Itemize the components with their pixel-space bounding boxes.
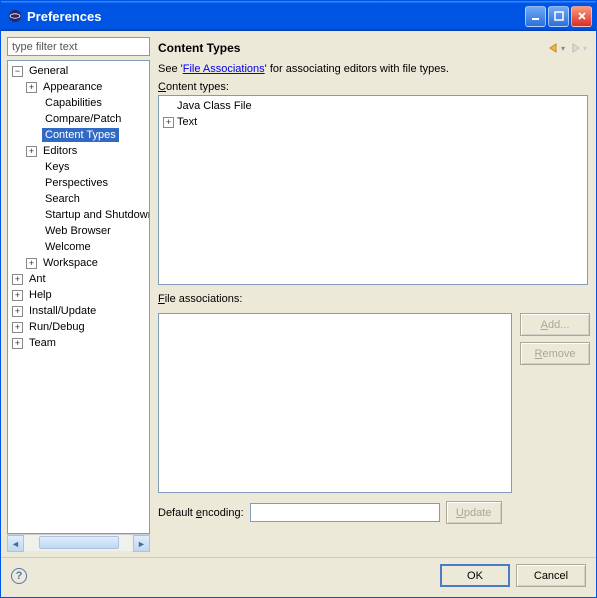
window-title: Preferences xyxy=(27,9,525,24)
file-associations-link[interactable]: File Associations xyxy=(183,63,265,75)
tree-item-ant[interactable]: Ant xyxy=(26,272,49,286)
content-types-label: Content types: xyxy=(156,81,590,95)
expand-icon[interactable]: + xyxy=(12,322,23,333)
expand-icon[interactable]: + xyxy=(163,117,174,128)
update-button[interactable]: Update xyxy=(446,501,502,524)
collapse-icon[interactable]: − xyxy=(12,66,23,77)
button-bar: ? OK Cancel xyxy=(1,557,596,593)
minimize-button[interactable] xyxy=(525,6,546,27)
left-pane: −General +Appearance Capabilities Compar… xyxy=(7,37,150,551)
tree-item-install[interactable]: Install/Update xyxy=(26,304,99,318)
tree-item-capabilities[interactable]: Capabilities xyxy=(42,96,105,110)
tree-item-search[interactable]: Search xyxy=(42,192,83,206)
tree-item-workspace[interactable]: Workspace xyxy=(40,256,101,270)
file-associations-label: File associations: xyxy=(156,293,590,307)
right-pane: Content Types ▾ ▾ See 'File Associations… xyxy=(156,37,590,551)
scroll-left-button[interactable]: ◄ xyxy=(7,535,24,552)
close-button[interactable] xyxy=(571,6,592,27)
tree-item-web-browser[interactable]: Web Browser xyxy=(42,224,114,238)
maximize-button[interactable] xyxy=(548,6,569,27)
cancel-button[interactable]: Cancel xyxy=(516,564,586,587)
tree-item-editors[interactable]: Editors xyxy=(40,144,80,158)
tree-item-compare[interactable]: Compare/Patch xyxy=(42,112,124,126)
preference-tree[interactable]: −General +Appearance Capabilities Compar… xyxy=(7,60,150,534)
expand-icon[interactable]: + xyxy=(26,82,37,93)
encoding-label: Default encoding: xyxy=(158,507,244,519)
help-icon[interactable]: ? xyxy=(11,568,27,584)
expand-icon[interactable]: + xyxy=(12,274,23,285)
filter-input[interactable] xyxy=(7,37,150,56)
horizontal-scrollbar[interactable]: ◄ ► xyxy=(7,534,150,551)
expand-icon[interactable]: + xyxy=(26,258,37,269)
tree-item-general[interactable]: General xyxy=(26,64,71,78)
add-button[interactable]: Add... xyxy=(520,313,590,336)
scroll-right-button[interactable]: ► xyxy=(133,535,150,552)
tree-item-team[interactable]: Team xyxy=(26,336,59,350)
expand-icon[interactable]: + xyxy=(12,338,23,349)
tree-item-run[interactable]: Run/Debug xyxy=(26,320,88,334)
forward-button[interactable]: ▾ xyxy=(568,39,588,57)
content-type-item[interactable]: Java Class File xyxy=(177,100,252,112)
tree-item-startup[interactable]: Startup and Shutdown xyxy=(42,208,150,222)
expand-icon[interactable]: + xyxy=(26,146,37,157)
scroll-thumb[interactable] xyxy=(39,536,119,549)
page-title: Content Types xyxy=(158,41,240,55)
titlebar[interactable]: Preferences xyxy=(1,1,596,31)
content-type-item[interactable]: Text xyxy=(177,116,197,128)
expand-icon[interactable]: + xyxy=(12,290,23,301)
encoding-input[interactable] xyxy=(250,503,440,522)
tree-item-content-types[interactable]: Content Types xyxy=(42,128,119,142)
back-button[interactable]: ▾ xyxy=(546,39,566,57)
remove-button[interactable]: Remove xyxy=(520,342,590,365)
ok-button[interactable]: OK xyxy=(440,564,510,587)
tree-item-help[interactable]: Help xyxy=(26,288,55,302)
tree-item-keys[interactable]: Keys xyxy=(42,160,72,174)
tree-item-perspectives[interactable]: Perspectives xyxy=(42,176,111,190)
file-associations-list[interactable] xyxy=(158,313,512,493)
expand-icon[interactable]: + xyxy=(12,306,23,317)
tree-item-appearance[interactable]: Appearance xyxy=(40,80,105,94)
description-text: See 'File Associations' for associating … xyxy=(156,63,590,81)
tree-item-welcome[interactable]: Welcome xyxy=(42,240,94,254)
eclipse-icon xyxy=(7,8,23,24)
content-types-list[interactable]: Java Class File +Text xyxy=(158,95,588,285)
